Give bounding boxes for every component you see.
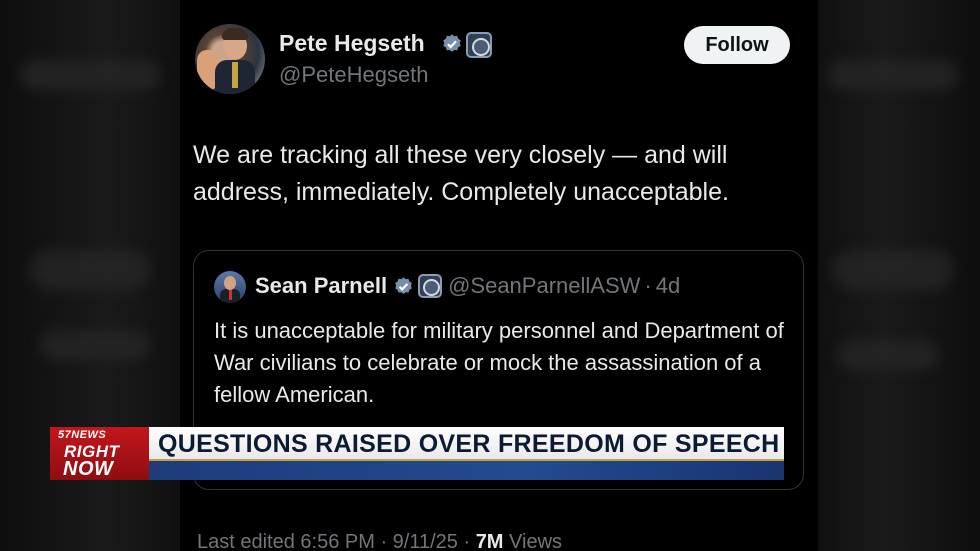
quoted-author-avatar[interactable] [214, 271, 246, 303]
headline-subbar [149, 461, 784, 480]
author-name[interactable]: Pete Hegseth [279, 30, 425, 57]
views-label: Views [509, 531, 563, 551]
news-logo: 57NEWS RIGHT NOW [50, 427, 149, 480]
blurred-background-right [818, 0, 980, 551]
quoted-tweet-time[interactable]: 4d [656, 273, 680, 299]
quoted-author-handle[interactable]: @SeanParnellASW [448, 273, 640, 299]
quoted-tweet-header: Sean Parnell @SeanParnellASW · 4d [255, 273, 680, 299]
tweet-metadata: Last edited 6:56 PM · 9/11/25 · 7M Views [197, 531, 562, 551]
quoted-tweet-text: It is unacceptable for military personne… [214, 318, 784, 407]
author-handle[interactable]: @PeteHegseth [279, 62, 429, 88]
logo-station: 57NEWS [58, 429, 107, 441]
government-seal-icon [466, 32, 492, 58]
separator-dot: · [644, 273, 652, 298]
tweet-text: We are tracking all these very closely —… [193, 141, 729, 206]
verified-check-icon [395, 276, 412, 294]
logo-now: NOW [63, 458, 114, 480]
follow-button[interactable]: Follow [684, 26, 790, 64]
verified-check-icon [443, 34, 461, 52]
edited-timestamp[interactable]: Last edited 6:56 PM · 9/11/25 · [197, 531, 470, 551]
news-lower-third: 57NEWS RIGHT NOW QUESTIONS RAISED OVER F… [50, 427, 784, 480]
headline-bar: QUESTIONS RAISED OVER FREEDOM OF SPEECH [149, 427, 784, 461]
government-seal-icon [418, 274, 443, 298]
views-count: 7M [475, 531, 504, 551]
headline-text: QUESTIONS RAISED OVER FREEDOM OF SPEECH [158, 430, 780, 458]
author-avatar[interactable] [195, 24, 265, 94]
quoted-author-name[interactable]: Sean Parnell [255, 273, 387, 299]
